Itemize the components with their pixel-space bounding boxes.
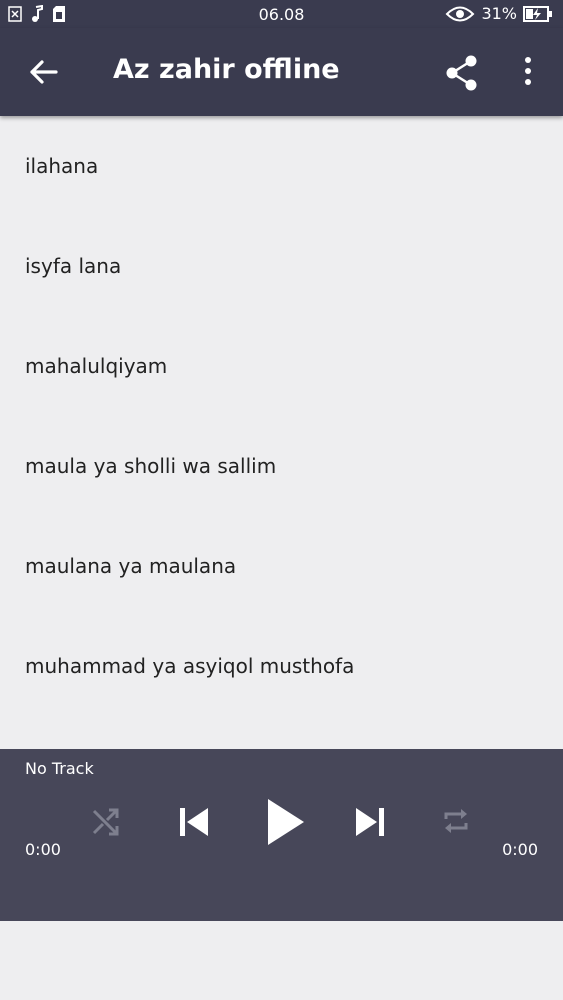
play-icon — [268, 799, 304, 845]
repeat-button[interactable] — [440, 805, 472, 841]
list-item[interactable]: maula ya sholli wa sallim — [0, 416, 563, 516]
skip-next-icon — [356, 808, 384, 836]
list-item[interactable]: muhammad ya asyiqol musthofa — [0, 616, 563, 716]
more-vert-icon — [525, 57, 531, 85]
list-item[interactable]: mahalulqiyam — [0, 316, 563, 416]
track-list: ilahana isyfa lana mahalulqiyam maula ya… — [0, 116, 563, 750]
list-item[interactable]: isyfa lana — [0, 216, 563, 316]
previous-button[interactable] — [176, 804, 212, 844]
shuffle-button[interactable] — [90, 805, 122, 841]
battery-charging-icon — [523, 5, 552, 22]
status-right-icons: 31% — [445, 4, 553, 23]
bottom-empty-area — [0, 921, 563, 1000]
back-arrow-icon — [30, 60, 58, 84]
play-button[interactable] — [264, 797, 308, 851]
media-player: No Track 0:00 0:00 — [0, 749, 563, 921]
page-title: Az zahir offline — [113, 54, 340, 85]
next-button[interactable] — [352, 804, 388, 844]
shuffle-icon — [92, 808, 119, 836]
duration-time: 0:00 — [502, 840, 538, 859]
back-button[interactable] — [22, 50, 66, 94]
elapsed-time: 0:00 — [25, 840, 61, 859]
share-icon — [446, 55, 477, 91]
more-options-button[interactable] — [512, 52, 544, 96]
share-button[interactable] — [440, 52, 484, 96]
repeat-icon — [444, 809, 468, 833]
skip-previous-icon — [180, 808, 208, 836]
status-bar: 06.08 31% — [0, 0, 563, 28]
eye-icon — [446, 6, 475, 21]
list-item[interactable]: maulana ya maulana — [0, 516, 563, 616]
battery-percent: 31% — [481, 4, 517, 23]
track-label: No Track — [25, 759, 94, 778]
list-item[interactable]: ilahana — [0, 116, 563, 216]
app-bar: Az zahir offline — [0, 28, 563, 116]
